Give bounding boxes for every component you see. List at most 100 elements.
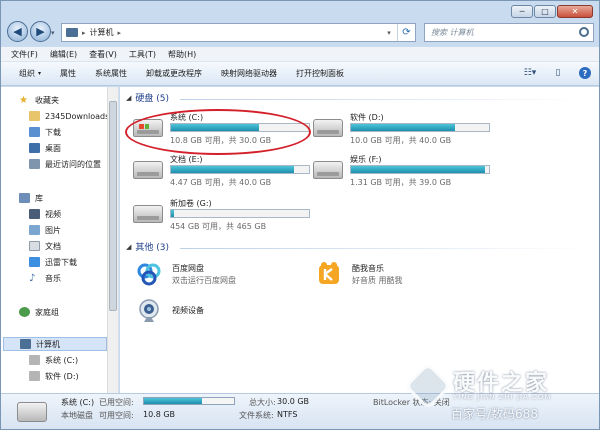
sidebar-label: 软件 (D:) [45,371,79,381]
desktop-icon [29,143,40,153]
sidebar-item-music[interactable]: ♪ 音乐 [29,271,61,285]
sidebar-favorites[interactable]: ★ 收藏夹 [19,93,59,107]
menu-help[interactable]: 帮助(H) [168,49,196,60]
sidebar-item-drive-c[interactable]: 系统 (C:) [29,353,78,367]
sidebar-item-pictures[interactable]: 图片 [29,223,61,237]
system-properties-button[interactable]: 系统属性 [95,68,127,79]
sidebar-item-2345downloads[interactable]: 2345Downloads [29,109,109,123]
drive-icon [29,355,40,365]
video-icon [29,209,40,219]
sidebar-homegroup[interactable]: 家庭组 [19,305,59,319]
menu-tools[interactable]: 工具(T) [129,49,156,60]
details-used-label: 已用空间: [99,398,134,407]
drive-large-icon [17,402,47,422]
item-description: 好音质 用酷我 [352,276,403,285]
address-dropdown-icon[interactable]: ▾ [382,24,396,41]
history-dropdown-icon[interactable]: ▾ [51,29,55,37]
navigation-pane: ★ 收藏夹 2345Downloads 下载 桌面 最近访问的位置 库 视频 图片… [1,87,119,393]
sidebar-label: 迅雷下载 [45,257,77,267]
recent-places-icon [29,159,40,169]
sidebar-item-documents[interactable]: 文档 [29,239,61,253]
drive-space-info: 4.47 GB 可用，共 40.0 GB [170,178,272,187]
forward-button[interactable]: ▶ [30,21,51,42]
address-path[interactable]: 计算机 [90,27,114,38]
search-input[interactable]: 搜索 计算机 [424,23,594,42]
star-icon: ★ [19,95,28,106]
properties-button[interactable]: 属性 [60,68,76,79]
group-other[interactable]: ◢ 其他 (3) [126,240,169,254]
open-control-panel-label: 打开控制面板 [296,69,345,78]
item-name: 视频设备 [172,306,204,315]
collapse-triangle-icon[interactable]: ◢ [126,243,131,251]
sidebar-label: 图片 [45,225,61,235]
drive-usage-bar [350,165,490,174]
search-placeholder: 搜索 计算机 [431,28,474,37]
map-network-drive-label: 映射网络驱动器 [221,69,278,78]
documents-icon [29,241,40,251]
drive-usage-fill [351,166,485,173]
minimize-button[interactable]: ─ [511,5,533,18]
drive-item[interactable]: 文档 (E:) 4.47 GB 可用，共 40.0 GB [130,153,310,191]
other-item-video-device[interactable]: 视频设备 [132,297,312,325]
other-item-baidu-netdisk[interactable]: 百度网盘 双击运行百度网盘 [132,260,312,288]
chevron-right-icon[interactable]: ▸ [118,29,122,37]
drive-item[interactable]: 新加卷 (G:) 454 GB 可用，共 465 GB [130,197,310,235]
back-button[interactable]: ◀ [7,21,28,42]
close-button[interactable]: ✕ [557,5,593,18]
details-free-value: 10.8 GB [143,410,176,419]
item-name: 酷我音乐 [352,264,384,273]
computer-icon [66,28,78,37]
sidebar-computer[interactable]: 计算机 [3,337,107,351]
view-options-icon[interactable]: ☷▾ [523,67,537,79]
sidebar-item-recent[interactable]: 最近访问的位置 [29,157,101,171]
command-bar: 组织 ▾ 属性 系统属性 卸载或更改程序 映射网络驱动器 打开控制面板 ☷▾ ▯ … [1,62,599,86]
search-icon[interactable] [579,27,589,37]
other-item-kuwo-music[interactable]: 酷我音乐 好音质 用酷我 [312,260,492,288]
organize-button[interactable]: 组织 ▾ [19,68,41,79]
sidebar-label: 音乐 [45,273,61,283]
sidebar-item-desktop[interactable]: 桌面 [29,141,61,155]
drive-item[interactable]: 娱乐 (F:) 1.31 GB 可用，共 39.0 GB [310,153,490,191]
map-network-drive-button[interactable]: 映射网络驱动器 [221,68,277,79]
help-icon[interactable]: ? [579,67,591,79]
details-fs-label: 文件系统: [239,411,274,420]
uninstall-program-button[interactable]: 卸载或更改程序 [146,68,202,79]
sidebar-label: 2345Downloads [45,111,110,121]
details-total-value: 30.0 GB [277,397,310,406]
details-usage-fill [144,398,202,404]
sidebar-item-thunder-downloads[interactable]: 迅雷下载 [29,255,77,269]
drive-usage-bar [350,123,490,132]
refresh-icon[interactable]: ⟳ [397,24,415,41]
drive-usage-fill [171,210,174,217]
chevron-right-icon[interactable]: ▸ [82,29,86,37]
menu-file[interactable]: 文件(F) [11,49,38,60]
sidebar-scrollbar[interactable] [107,87,118,393]
sidebar-libraries[interactable]: 库 [19,191,43,205]
menu-view[interactable]: 查看(V) [89,49,117,60]
menu-edit[interactable]: 编辑(E) [50,49,77,60]
sidebar-item-downloads[interactable]: 下载 [29,125,61,139]
maximize-button[interactable]: □ [534,5,556,18]
sidebar-label: 库 [35,193,43,203]
details-bitlocker: BitLocker 状态: 关闭 [373,398,450,407]
collapse-triangle-icon[interactable]: ◢ [126,94,131,102]
details-drive-type: 本地磁盘 [61,411,93,420]
chevron-down-icon: ▾ [38,70,42,77]
sidebar-item-drive-d[interactable]: 软件 (D:) [29,369,79,383]
music-icon: ♪ [29,273,36,284]
drive-item[interactable]: 软件 (D:) 10.0 GB 可用，共 40.0 GB [310,111,490,149]
drive-icon [29,371,40,381]
sidebar-label: 家庭组 [35,307,59,317]
menu-bar: 文件(F) 编辑(E) 查看(V) 工具(T) 帮助(H) [1,47,599,62]
sidebar-item-videos[interactable]: 视频 [29,207,61,221]
details-drive-name: 系统 (C:) [61,398,95,407]
group-hard-disks[interactable]: ◢ 硬盘 (5) [126,91,169,105]
drive-name: 娱乐 (F:) [350,155,382,164]
preview-pane-icon[interactable]: ▯ [551,67,565,79]
sidebar-label: 收藏夹 [35,95,59,105]
group-divider [180,248,590,249]
item-description: 双击运行百度网盘 [172,276,236,285]
scrollbar-thumb[interactable] [109,101,117,311]
address-bar[interactable]: ▸ 计算机 ▸ ▾ ⟳ [61,23,416,42]
open-control-panel-button[interactable]: 打开控制面板 [296,68,344,79]
